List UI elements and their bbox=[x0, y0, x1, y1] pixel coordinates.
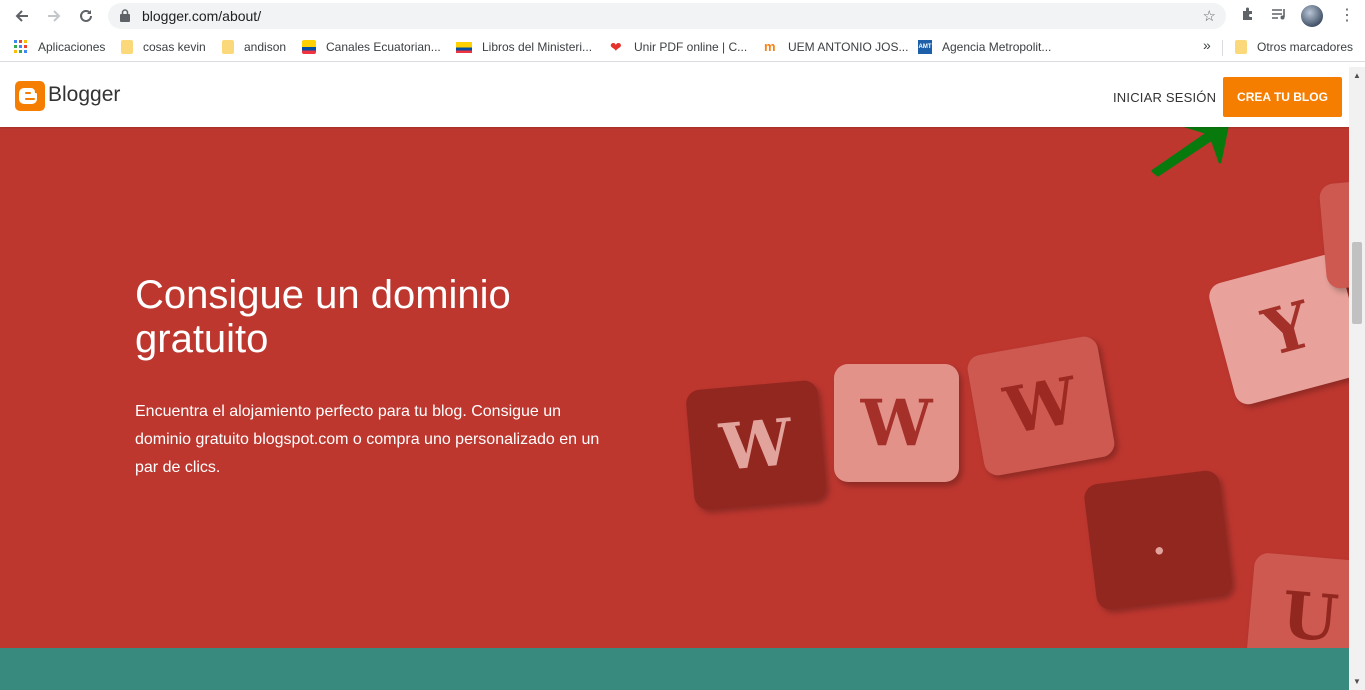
amt-icon: AMT bbox=[918, 40, 932, 54]
bookmarks-bar: Aplicaciones cosas kevin andison Canales… bbox=[0, 32, 1365, 62]
lock-icon bbox=[120, 9, 130, 22]
heart-icon: ❤ bbox=[610, 39, 622, 55]
browser-toolbar: blogger.com/about/ ☆ ⋮ bbox=[0, 0, 1365, 32]
bookmark-canales[interactable]: Canales Ecuatorian... bbox=[302, 39, 441, 55]
folder-icon bbox=[1235, 40, 1247, 54]
next-section bbox=[0, 648, 1349, 690]
bookmark-label: Libros del Ministeri... bbox=[482, 40, 593, 54]
reload-icon bbox=[80, 9, 92, 22]
scroll-up-icon[interactable]: ▲ bbox=[1353, 71, 1361, 80]
bookmark-apps[interactable]: Aplicaciones bbox=[14, 39, 105, 55]
hero-description: Encuentra el alojamiento perfecto para t… bbox=[135, 403, 600, 476]
brand-name[interactable]: Blogger bbox=[48, 83, 120, 107]
media-control-icon[interactable] bbox=[1271, 6, 1287, 26]
ecuador-flag-icon bbox=[302, 40, 316, 54]
bookmark-label: Otros marcadores bbox=[1257, 40, 1354, 54]
tile-w-3: W bbox=[965, 334, 1117, 478]
extensions-icon[interactable] bbox=[1240, 6, 1256, 26]
moodle-icon: m bbox=[764, 39, 776, 54]
bookmark-uem[interactable]: m UEM ANTONIO JOS... bbox=[764, 39, 908, 55]
folder-icon bbox=[222, 40, 234, 54]
scroll-down-icon[interactable]: ▼ bbox=[1353, 677, 1361, 686]
forward-button[interactable] bbox=[42, 5, 66, 27]
tile-w-1: W bbox=[685, 379, 827, 511]
reload-button[interactable] bbox=[74, 5, 98, 27]
create-blog-button[interactable]: CREA TU BLOG bbox=[1223, 77, 1342, 117]
bookmarks-overflow-button[interactable]: » bbox=[1203, 37, 1211, 53]
ecuador-flag-icon bbox=[456, 41, 472, 53]
bookmark-label: Canales Ecuatorian... bbox=[326, 40, 441, 54]
bookmark-andison[interactable]: andison bbox=[222, 39, 286, 55]
page-scrollbar[interactable]: ▲ ▼ bbox=[1349, 67, 1365, 690]
bookmark-label: Aplicaciones bbox=[38, 40, 106, 54]
bookmark-libros[interactable]: Libros del Ministeri... bbox=[456, 39, 592, 55]
signin-link[interactable]: INICIAR SESIÓN bbox=[1113, 90, 1216, 105]
other-bookmarks-folder[interactable]: Otros marcadores bbox=[1235, 39, 1353, 55]
bookmark-unir-pdf[interactable]: ❤ Unir PDF online | C... bbox=[610, 39, 747, 55]
folder-icon bbox=[121, 40, 133, 54]
bookmark-label: UEM ANTONIO JOS... bbox=[788, 40, 909, 54]
divider bbox=[1222, 40, 1223, 56]
bookmark-cosas-kevin[interactable]: cosas kevin bbox=[121, 39, 206, 55]
bookmark-label: Unir PDF online | C... bbox=[634, 40, 748, 54]
url-text: blogger.com/about/ bbox=[142, 8, 262, 24]
arrow-left-icon bbox=[15, 10, 28, 22]
site-header: Blogger INICIAR SESIÓN CREA TU BLOG bbox=[0, 67, 1349, 127]
tile-dot: . bbox=[1082, 469, 1234, 611]
hero-section: Consigue un dominio gratuito Encuentra e… bbox=[0, 127, 1349, 683]
bookmark-label: andison bbox=[244, 40, 287, 54]
address-bar[interactable]: blogger.com/about/ ☆ bbox=[108, 3, 1226, 29]
hero-title: Consigue un dominio gratuito bbox=[135, 273, 511, 361]
bookmark-label: cosas kevin bbox=[143, 40, 206, 54]
scrollbar-thumb[interactable] bbox=[1352, 242, 1362, 324]
back-button[interactable] bbox=[10, 5, 34, 27]
star-icon[interactable]: ☆ bbox=[1203, 7, 1216, 25]
menu-kebab-icon[interactable]: ⋮ bbox=[1339, 5, 1355, 25]
blogger-logo-icon[interactable] bbox=[15, 81, 45, 111]
bookmark-agencia[interactable]: AMT Agencia Metropolit... bbox=[918, 39, 1051, 55]
tile-w-2: W bbox=[834, 364, 959, 482]
profile-avatar[interactable] bbox=[1301, 5, 1323, 27]
apps-grid-icon bbox=[14, 40, 27, 53]
bookmark-label: Agencia Metropolit... bbox=[942, 40, 1052, 54]
arrow-right-icon bbox=[48, 10, 61, 22]
webpage: Blogger INICIAR SESIÓN CREA TU BLOG Cons… bbox=[0, 67, 1349, 690]
